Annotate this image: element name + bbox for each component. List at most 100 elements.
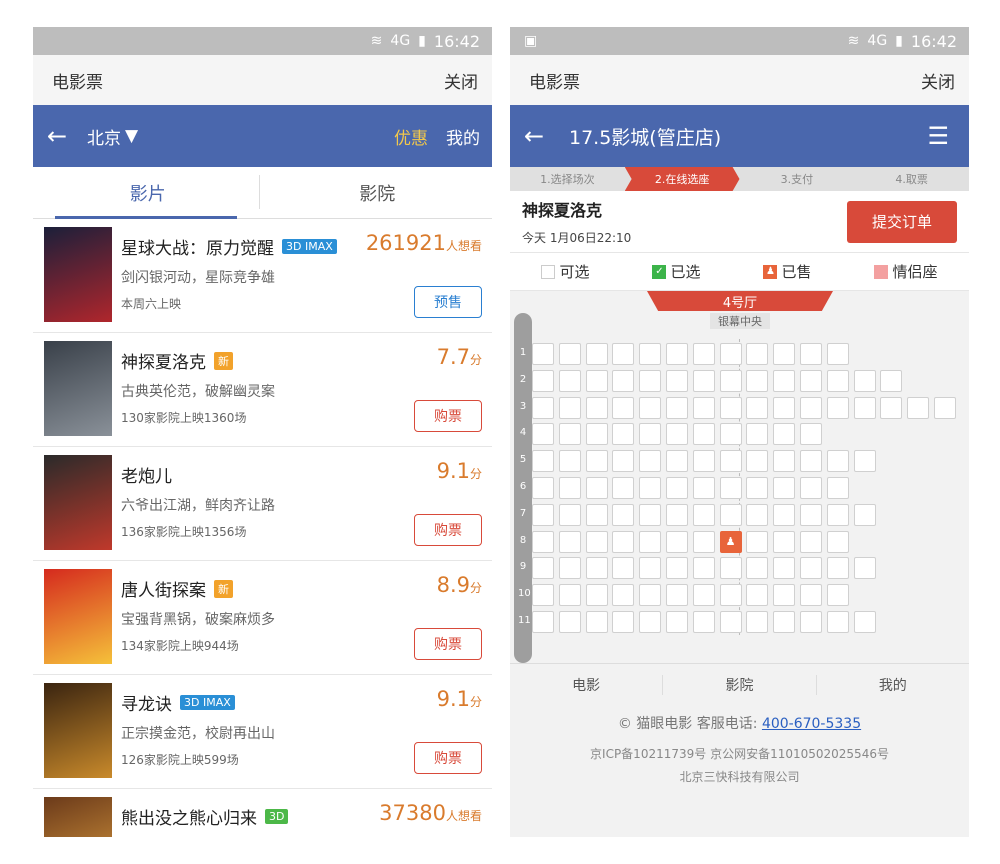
seat[interactable] xyxy=(666,477,688,499)
seat[interactable] xyxy=(746,611,769,633)
seat[interactable] xyxy=(773,503,796,526)
seat[interactable] xyxy=(746,450,769,473)
seat[interactable] xyxy=(692,611,715,633)
buy-ticket-button[interactable]: 购票 xyxy=(414,742,482,774)
seat[interactable] xyxy=(612,343,635,365)
seat[interactable] xyxy=(558,530,581,553)
seat[interactable] xyxy=(639,343,662,365)
seat[interactable] xyxy=(639,396,662,419)
seat[interactable] xyxy=(880,369,903,392)
seat[interactable] xyxy=(558,503,581,526)
seat[interactable] xyxy=(558,423,581,446)
seat[interactable] xyxy=(773,530,796,553)
seat[interactable] xyxy=(773,584,796,607)
buy-ticket-button[interactable]: 购票 xyxy=(414,628,482,660)
seat[interactable] xyxy=(558,396,581,419)
seat[interactable] xyxy=(719,423,742,446)
back-arrow-icon[interactable]: ← xyxy=(47,122,87,150)
seat[interactable] xyxy=(719,477,742,499)
movie-poster[interactable] xyxy=(44,683,112,778)
seat[interactable] xyxy=(773,611,796,633)
movie-item[interactable]: 寻龙诀 3D IMAX 正宗摸金范，校尉再出山 126家影院上映599场 9.1分 购票 xyxy=(33,675,492,789)
seat[interactable] xyxy=(666,611,688,633)
seat[interactable] xyxy=(773,477,796,499)
submit-order-button[interactable]: 提交订单 xyxy=(847,200,957,243)
seat[interactable] xyxy=(666,369,688,392)
seat[interactable] xyxy=(612,557,635,580)
seat[interactable] xyxy=(773,423,796,446)
seat[interactable] xyxy=(907,396,930,419)
seat[interactable] xyxy=(746,477,769,499)
seat[interactable] xyxy=(585,557,608,580)
seat[interactable] xyxy=(532,584,554,607)
movie-item[interactable]: 神探夏洛克新古典英伦范，破解幽灵案 130家影院上映1360场 7.7分 购票 xyxy=(33,333,492,447)
seat[interactable] xyxy=(826,557,849,580)
seat[interactable] xyxy=(612,396,635,419)
seat[interactable] xyxy=(558,584,581,607)
seat[interactable] xyxy=(826,343,849,365)
seat[interactable] xyxy=(853,369,876,392)
seat[interactable] xyxy=(692,503,715,526)
seat[interactable] xyxy=(773,396,796,419)
nav-mine[interactable]: 我的 xyxy=(817,675,969,695)
seat[interactable] xyxy=(800,477,822,499)
seat[interactable] xyxy=(532,343,554,365)
seat[interactable] xyxy=(532,477,554,499)
seat[interactable] xyxy=(800,503,822,526)
seat[interactable] xyxy=(639,611,662,633)
nav-movies[interactable]: 电影 xyxy=(510,674,664,695)
movie-poster[interactable] xyxy=(44,455,112,550)
seat[interactable] xyxy=(639,450,662,473)
seat[interactable] xyxy=(532,611,554,633)
seat[interactable] xyxy=(826,396,849,419)
seat[interactable] xyxy=(800,396,822,419)
buy-ticket-button[interactable]: 购票 xyxy=(414,514,482,546)
seat[interactable] xyxy=(532,503,554,526)
close-button[interactable]: 关闭 xyxy=(444,68,478,93)
seat[interactable] xyxy=(612,423,635,446)
seat[interactable] xyxy=(532,530,554,553)
seat[interactable] xyxy=(746,343,769,365)
seat[interactable] xyxy=(692,369,715,392)
seat[interactable] xyxy=(639,423,662,446)
seat[interactable] xyxy=(612,530,635,553)
seat[interactable] xyxy=(692,396,715,419)
menu-icon[interactable]: ☰ xyxy=(927,122,949,150)
seat[interactable] xyxy=(585,611,608,633)
presale-button[interactable]: 预售 xyxy=(414,286,482,318)
seat[interactable] xyxy=(585,530,608,553)
seat[interactable] xyxy=(585,477,608,499)
seat[interactable] xyxy=(800,611,822,633)
seat[interactable] xyxy=(558,477,581,499)
seat[interactable] xyxy=(585,584,608,607)
seat[interactable] xyxy=(558,450,581,473)
tab-movies[interactable]: 影片 xyxy=(33,167,263,218)
seat[interactable] xyxy=(773,343,796,365)
back-arrow-icon[interactable]: ← xyxy=(524,122,569,150)
seat[interactable] xyxy=(746,530,769,553)
seat[interactable] xyxy=(692,557,715,580)
seat[interactable] xyxy=(666,423,688,446)
movie-item[interactable]: 熊出没之熊心归来3D落难演马戏，熊大有人气37380人想看 xyxy=(33,789,492,837)
seat[interactable] xyxy=(612,450,635,473)
seat[interactable] xyxy=(612,584,635,607)
seat[interactable] xyxy=(692,450,715,473)
seat[interactable] xyxy=(639,503,662,526)
seat[interactable] xyxy=(666,557,688,580)
seat[interactable] xyxy=(692,343,715,365)
seat[interactable] xyxy=(532,557,554,580)
seat[interactable] xyxy=(666,584,688,607)
seat[interactable] xyxy=(692,530,715,553)
seat[interactable] xyxy=(558,611,581,633)
seat[interactable] xyxy=(585,503,608,526)
seat[interactable] xyxy=(826,611,849,633)
seat[interactable] xyxy=(746,557,769,580)
seat[interactable] xyxy=(853,450,876,473)
seat[interactable] xyxy=(826,450,849,473)
seat[interactable] xyxy=(585,369,608,392)
seat[interactable] xyxy=(639,369,662,392)
seat[interactable] xyxy=(773,450,796,473)
seat[interactable] xyxy=(585,423,608,446)
seat[interactable] xyxy=(800,584,822,607)
seat[interactable] xyxy=(853,503,876,526)
